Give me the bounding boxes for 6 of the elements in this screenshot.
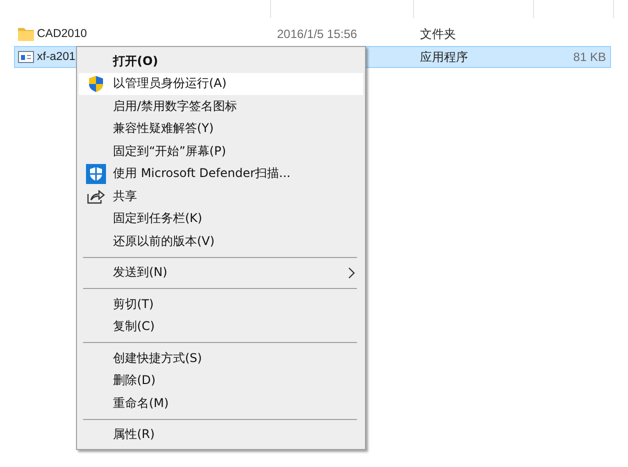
- file-name: xf-a201: [37, 51, 76, 63]
- file-size: 81 KB: [573, 50, 606, 64]
- file-name: CAD2010: [37, 28, 87, 40]
- file-type: 应用程序: [420, 48, 469, 66]
- file-date: 2016/1/5 15:56: [277, 27, 358, 41]
- file-type: 文件夹: [420, 26, 457, 42]
